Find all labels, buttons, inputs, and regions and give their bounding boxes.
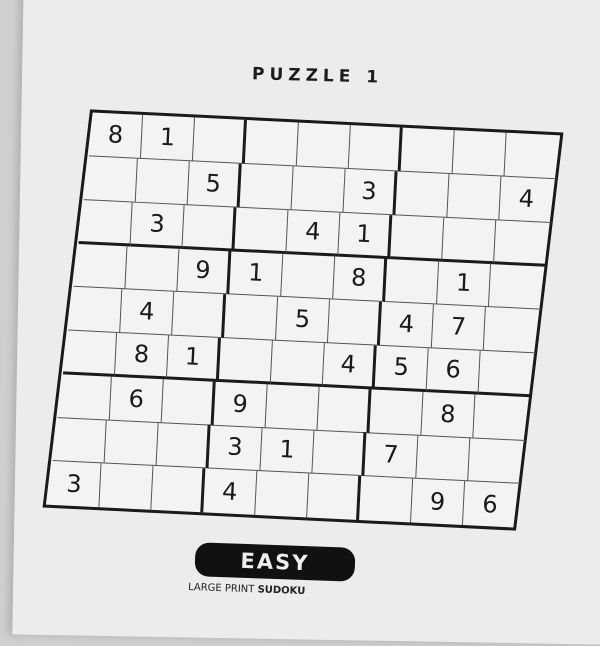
sudoku-cell: 7 bbox=[431, 304, 486, 351]
sudoku-cell: 9 bbox=[410, 478, 466, 526]
sudoku-cell bbox=[234, 207, 289, 254]
sudoku-cell bbox=[161, 378, 216, 426]
sudoku-cell bbox=[291, 166, 346, 213]
sudoku-cell: 1 bbox=[338, 212, 393, 259]
sudoku-cell bbox=[359, 476, 414, 523]
footer-brand: SUDOKU bbox=[257, 584, 306, 598]
sudoku-cell bbox=[104, 419, 159, 467]
difficulty-badge: EASY bbox=[194, 542, 356, 582]
sudoku-cell bbox=[416, 435, 471, 482]
sudoku-cell bbox=[281, 253, 336, 300]
sudoku-cell bbox=[78, 199, 133, 246]
sudoku-cell bbox=[494, 219, 549, 267]
sudoku-cell bbox=[182, 204, 237, 251]
sudoku-cell: 4 bbox=[286, 209, 341, 256]
sudoku-cell: 1 bbox=[166, 335, 221, 382]
sudoku-cell bbox=[400, 127, 455, 174]
sudoku-cell: 5 bbox=[374, 345, 429, 392]
sudoku-cell bbox=[218, 337, 273, 385]
sudoku-cell bbox=[312, 430, 367, 477]
sudoku-cell: 4 bbox=[499, 176, 554, 223]
sudoku-cell: 3 bbox=[47, 461, 102, 508]
sudoku-cell bbox=[473, 394, 528, 441]
sudoku-cell bbox=[369, 389, 424, 436]
sudoku-cell: 9 bbox=[213, 381, 268, 428]
sudoku-cell: 1 bbox=[260, 427, 315, 474]
sudoku-cell bbox=[452, 130, 507, 177]
sudoku-cell bbox=[468, 437, 523, 485]
sudoku-cell: 1 bbox=[436, 260, 492, 308]
sudoku-cell bbox=[348, 125, 403, 172]
sudoku-cell: 1 bbox=[229, 250, 284, 298]
sudoku-cell bbox=[244, 120, 299, 167]
sudoku-cell bbox=[296, 122, 351, 169]
sudoku-grid: 8153434191814547814566983173496 bbox=[42, 109, 564, 531]
sudoku-cell: 4 bbox=[322, 342, 377, 390]
sudoku-cell bbox=[125, 245, 180, 292]
sudoku-cell: 8 bbox=[114, 332, 170, 380]
sudoku-cell: 6 bbox=[481, 490, 499, 519]
sudoku-cell: 8 bbox=[88, 112, 144, 159]
sudoku-cell bbox=[317, 386, 372, 433]
sudoku-cell: 6 bbox=[426, 348, 481, 395]
sudoku-cell bbox=[99, 463, 154, 510]
sudoku-cell bbox=[73, 243, 128, 290]
sudoku-cell bbox=[395, 171, 450, 218]
sudoku-cell bbox=[156, 422, 211, 469]
sudoku-cell: 8 bbox=[333, 255, 388, 303]
sudoku-cell bbox=[172, 291, 227, 339]
sudoku-cell: 1 bbox=[140, 114, 196, 162]
sudoku-cell bbox=[307, 473, 362, 520]
sudoku-cell: 9 bbox=[177, 248, 232, 295]
sudoku-cell bbox=[68, 286, 123, 333]
sudoku-cell bbox=[504, 132, 559, 179]
footer-prefix: LARGE PRINT bbox=[187, 581, 255, 596]
sudoku-cell: 7 bbox=[364, 432, 419, 479]
sudoku-cell bbox=[488, 263, 543, 310]
sudoku-cell bbox=[255, 471, 310, 518]
sudoku-cell bbox=[57, 373, 112, 421]
sudoku-cell: 3 bbox=[343, 168, 398, 215]
sudoku-cell bbox=[83, 155, 138, 203]
sudoku-cell: 5 bbox=[275, 296, 331, 344]
sudoku-cell bbox=[239, 163, 294, 210]
sudoku-cell bbox=[483, 307, 538, 354]
sudoku-cell bbox=[135, 158, 190, 205]
sudoku-cell bbox=[192, 117, 247, 164]
sudoku-cell bbox=[385, 258, 440, 305]
sudoku-cell bbox=[52, 417, 107, 464]
sudoku-cell: 3 bbox=[208, 425, 263, 472]
sudoku-cell bbox=[265, 384, 320, 431]
sudoku-cell: 3 bbox=[130, 202, 185, 249]
sudoku-cell: 4 bbox=[120, 289, 175, 336]
sudoku-cell: 8 bbox=[421, 391, 476, 438]
sudoku-cell bbox=[63, 330, 118, 377]
sudoku-cell: 4 bbox=[203, 468, 258, 515]
sudoku-cell bbox=[478, 350, 533, 397]
puzzle-title: PUZZLE 1 bbox=[251, 64, 384, 88]
sudoku-cell: 6 bbox=[109, 376, 164, 423]
sudoku-cell bbox=[224, 294, 279, 341]
sudoku-cell bbox=[151, 466, 206, 513]
sudoku-cell bbox=[442, 217, 497, 264]
sudoku-cell bbox=[327, 299, 382, 346]
sudoku-cell bbox=[270, 340, 325, 387]
sudoku-cell: 5 bbox=[187, 161, 242, 208]
sudoku-cell bbox=[447, 173, 502, 221]
sudoku-cell: 4 bbox=[379, 301, 434, 349]
sudoku-cell bbox=[390, 214, 445, 262]
